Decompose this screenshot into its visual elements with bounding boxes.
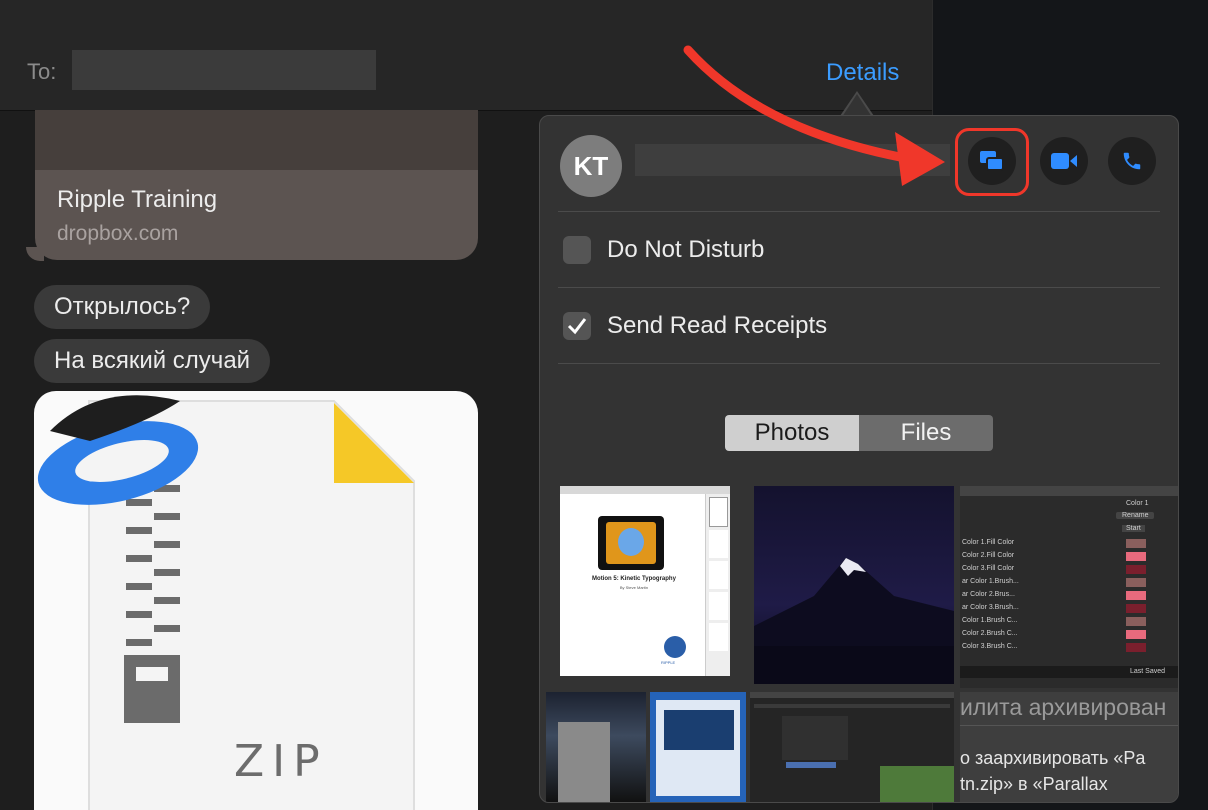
color-swatch xyxy=(1126,539,1146,548)
media-tabs: Photos Files xyxy=(725,415,993,451)
photo-thumbnail-building[interactable] xyxy=(546,692,646,802)
color-row: Color 1.Brush C... xyxy=(960,616,1178,628)
tab-photos[interactable]: Photos xyxy=(725,415,859,451)
color-row: ar Color 3.Brush... xyxy=(960,603,1178,615)
screen-share-button[interactable] xyxy=(968,137,1016,185)
color-row: Color 3.Fill Color xyxy=(960,564,1178,576)
tab-files[interactable]: Files xyxy=(859,415,993,451)
color-swatch xyxy=(1126,630,1146,639)
recipient-field[interactable] xyxy=(72,50,376,90)
photo-thumbnail-document[interactable]: Motion 5: Kinetic Typography By Steve Ma… xyxy=(560,486,730,676)
document-title: Motion 5: Kinetic Typography xyxy=(592,576,676,582)
to-label: To: xyxy=(27,59,57,84)
divider xyxy=(558,211,1160,212)
color-row: Color 2.Brush C... xyxy=(960,629,1178,641)
color-row: Color 1.Fill Color xyxy=(960,538,1178,550)
color-row: ar Color 1.Brush... xyxy=(960,577,1178,589)
document-author: By Steve Martin xyxy=(619,585,649,590)
ripple-logo xyxy=(664,636,686,658)
phone-icon xyxy=(1123,152,1141,170)
photo-thumbnail-window[interactable] xyxy=(650,692,746,802)
message-bubble[interactable]: Открылось? xyxy=(34,285,211,329)
video-call-button[interactable] xyxy=(1040,137,1088,185)
yandex-disk-icon xyxy=(37,395,199,505)
do-not-disturb-checkbox[interactable] xyxy=(563,236,591,264)
photo-thumbnail-color-panel[interactable]: Color 1 Rename Start Color 1.Fill Color C… xyxy=(960,486,1178,688)
screen-share-icon xyxy=(980,151,1004,171)
color-swatch xyxy=(1126,591,1146,600)
color-row: Color 2.Fill Color xyxy=(960,551,1178,563)
photo-thumbnail-archive-dialog[interactable]: илита архивирован о заархивировать «Pa t… xyxy=(960,692,1178,802)
checkmark-icon xyxy=(567,318,587,335)
contact-name-field xyxy=(635,144,950,176)
color-row: Color 3.Brush C... xyxy=(960,642,1178,654)
color-swatch xyxy=(1126,578,1146,587)
page-sidebar xyxy=(705,494,730,676)
avatar[interactable]: KT xyxy=(560,135,622,197)
conversation-header: To: Details xyxy=(0,0,932,111)
audio-call-button[interactable] xyxy=(1108,137,1156,185)
bubble-tail xyxy=(26,247,44,261)
send-read-receipts-checkbox[interactable] xyxy=(563,312,591,340)
color-row: ar Color 2.Brus... xyxy=(960,590,1178,602)
link-preview-url: dropbox.com xyxy=(57,222,179,245)
link-preview-card[interactable]: Ripple Training dropbox.com xyxy=(35,110,478,260)
color-swatch xyxy=(1126,604,1146,613)
divider xyxy=(558,363,1160,364)
details-button[interactable]: Details xyxy=(826,59,899,87)
divider xyxy=(558,287,1160,288)
details-popover: KT Do Not Disturb Send Read Receipts Pho… xyxy=(539,115,1179,803)
photo-thumbnail-mountain[interactable] xyxy=(754,486,954,684)
message-bubble[interactable]: На всякий случай xyxy=(34,339,271,383)
document-cover-image xyxy=(598,516,664,570)
send-read-receipts-label: Send Read Receipts xyxy=(607,312,828,339)
link-preview-image xyxy=(35,110,478,170)
mountain-image xyxy=(754,558,954,684)
zip-label: ZIP xyxy=(234,736,328,787)
color-swatch xyxy=(1126,565,1146,574)
zip-attachment[interactable]: ZIP xyxy=(34,391,478,810)
link-preview-title: Ripple Training xyxy=(57,186,218,213)
color-swatch xyxy=(1126,617,1146,626)
color-swatch xyxy=(1126,552,1146,561)
color-swatch xyxy=(1126,643,1146,652)
video-camera-icon xyxy=(1051,153,1077,169)
photo-thumbnail-app-ui[interactable] xyxy=(750,692,954,802)
do-not-disturb-label: Do Not Disturb xyxy=(607,236,765,263)
